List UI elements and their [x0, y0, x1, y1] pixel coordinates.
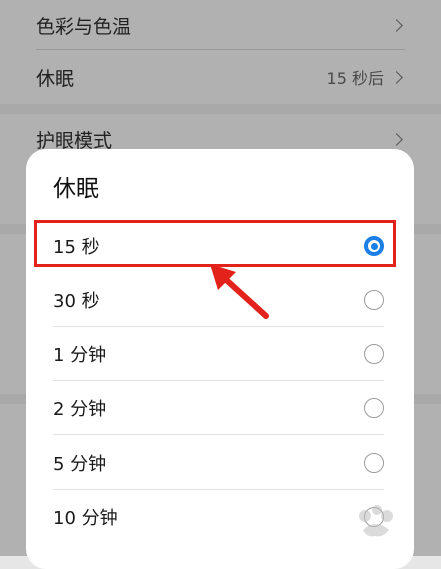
radio-unselected-icon[interactable]	[364, 290, 384, 310]
chevron-right-icon	[390, 132, 403, 146]
setting-row-sleep[interactable]: 休眠 15 秒后	[36, 52, 405, 102]
red-arrow-icon	[210, 264, 269, 319]
dialog-title: 休眠	[53, 176, 99, 202]
row-divider	[36, 49, 405, 50]
radio-unselected-icon[interactable]	[364, 453, 384, 473]
chevron-right-icon	[390, 18, 403, 32]
setting-label: 休眠	[36, 67, 75, 90]
setting-row-color-temperature[interactable]: 色彩与色温	[36, 0, 405, 50]
settings-card: 色彩与色温 休眠 15 秒后	[0, 0, 441, 104]
option-label: 10 分钟	[53, 508, 118, 529]
option-divider	[53, 434, 384, 435]
option-label: 1 分钟	[53, 345, 107, 366]
setting-value: 15 秒后	[326, 69, 384, 88]
setting-label: 色彩与色温	[36, 15, 132, 38]
option-label: 5 分钟	[53, 454, 107, 475]
option-label: 2 分钟	[53, 399, 107, 420]
option-1-minute[interactable]: 1 分钟	[53, 327, 384, 381]
baidu-jingyan-watermark	[347, 500, 427, 546]
chevron-right-icon	[390, 70, 403, 84]
option-5-minutes[interactable]: 5 分钟	[53, 436, 384, 490]
option-2-minutes[interactable]: 2 分钟	[53, 381, 384, 435]
option-10-minutes[interactable]: 10 分钟	[53, 490, 384, 544]
radio-unselected-icon[interactable]	[364, 344, 384, 364]
radio-unselected-icon[interactable]	[364, 398, 384, 418]
